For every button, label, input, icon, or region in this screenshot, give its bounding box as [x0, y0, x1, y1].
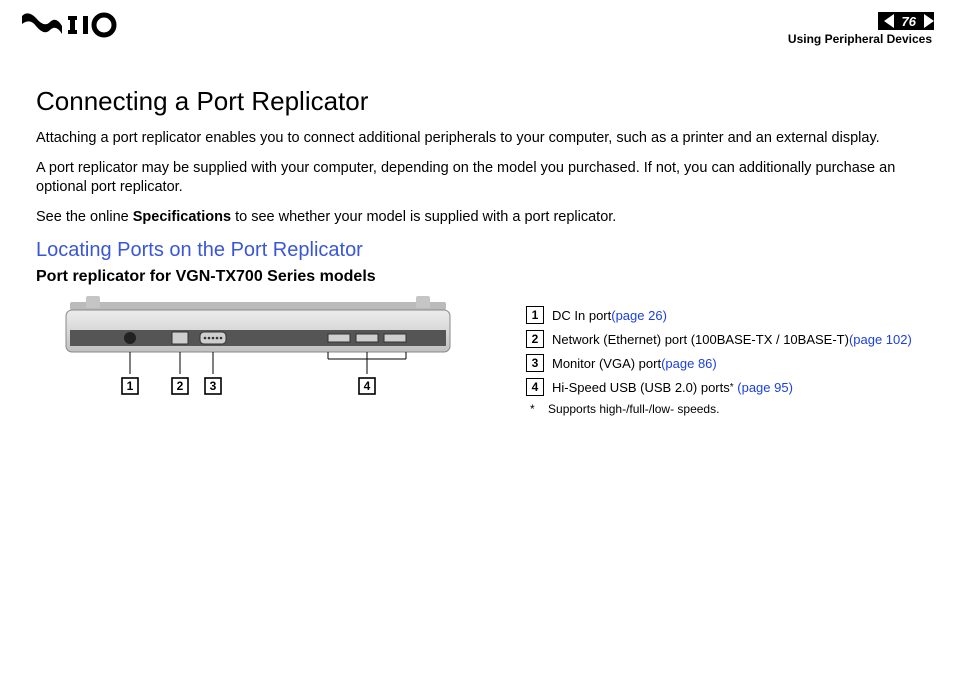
- legend-item-2: 2 Network (Ethernet) port (100BASE-TX / …: [526, 330, 918, 348]
- intro-paragraph-2: A port replicator may be supplied with y…: [36, 159, 918, 198]
- page-title: Connecting a Port Replicator: [36, 86, 918, 117]
- svg-text:2: 2: [177, 379, 184, 393]
- legend-num-1: 1: [526, 306, 544, 324]
- legend-item-1: 1 DC In port (page 26): [526, 306, 918, 324]
- section-subtitle: Locating Ports on the Port Replicator: [36, 239, 918, 262]
- svg-text:4: 4: [364, 379, 371, 393]
- legend-item-4: 4 Hi-Speed USB (USB 2.0) ports* (page 95…: [526, 378, 918, 396]
- port-replicator-diagram: 1 2 3 4: [36, 296, 496, 406]
- legend-item-3: 3 Monitor (VGA) port (page 86): [526, 354, 918, 372]
- legend-footnote: * Supports high-/full-/low- speeds.: [526, 402, 918, 416]
- legend-link-4[interactable]: (page 95): [737, 380, 793, 395]
- vaio-logo: [20, 12, 130, 38]
- page-number: 76: [900, 14, 918, 29]
- next-page-icon[interactable]: [924, 14, 934, 28]
- legend-link-2[interactable]: (page 102): [849, 332, 912, 347]
- legend-link-1[interactable]: (page 26): [611, 308, 667, 323]
- svg-text:1: 1: [127, 379, 134, 393]
- legend-num-4: 4: [526, 378, 544, 396]
- breadcrumb[interactable]: Using Peripheral Devices: [788, 32, 934, 46]
- legend-num-2: 2: [526, 330, 544, 348]
- model-heading: Port replicator for VGN-TX700 Series mod…: [36, 268, 918, 286]
- port-legend: 1 DC In port (page 26) 2 Network (Ethern…: [526, 296, 918, 416]
- intro-paragraph-1: Attaching a port replicator enables you …: [36, 129, 918, 149]
- svg-text:3: 3: [210, 379, 217, 393]
- prev-page-icon[interactable]: [884, 14, 894, 28]
- legend-num-3: 3: [526, 354, 544, 372]
- intro-paragraph-3: See the online Specifications to see whe…: [36, 208, 918, 228]
- legend-link-3[interactable]: (page 86): [661, 356, 717, 371]
